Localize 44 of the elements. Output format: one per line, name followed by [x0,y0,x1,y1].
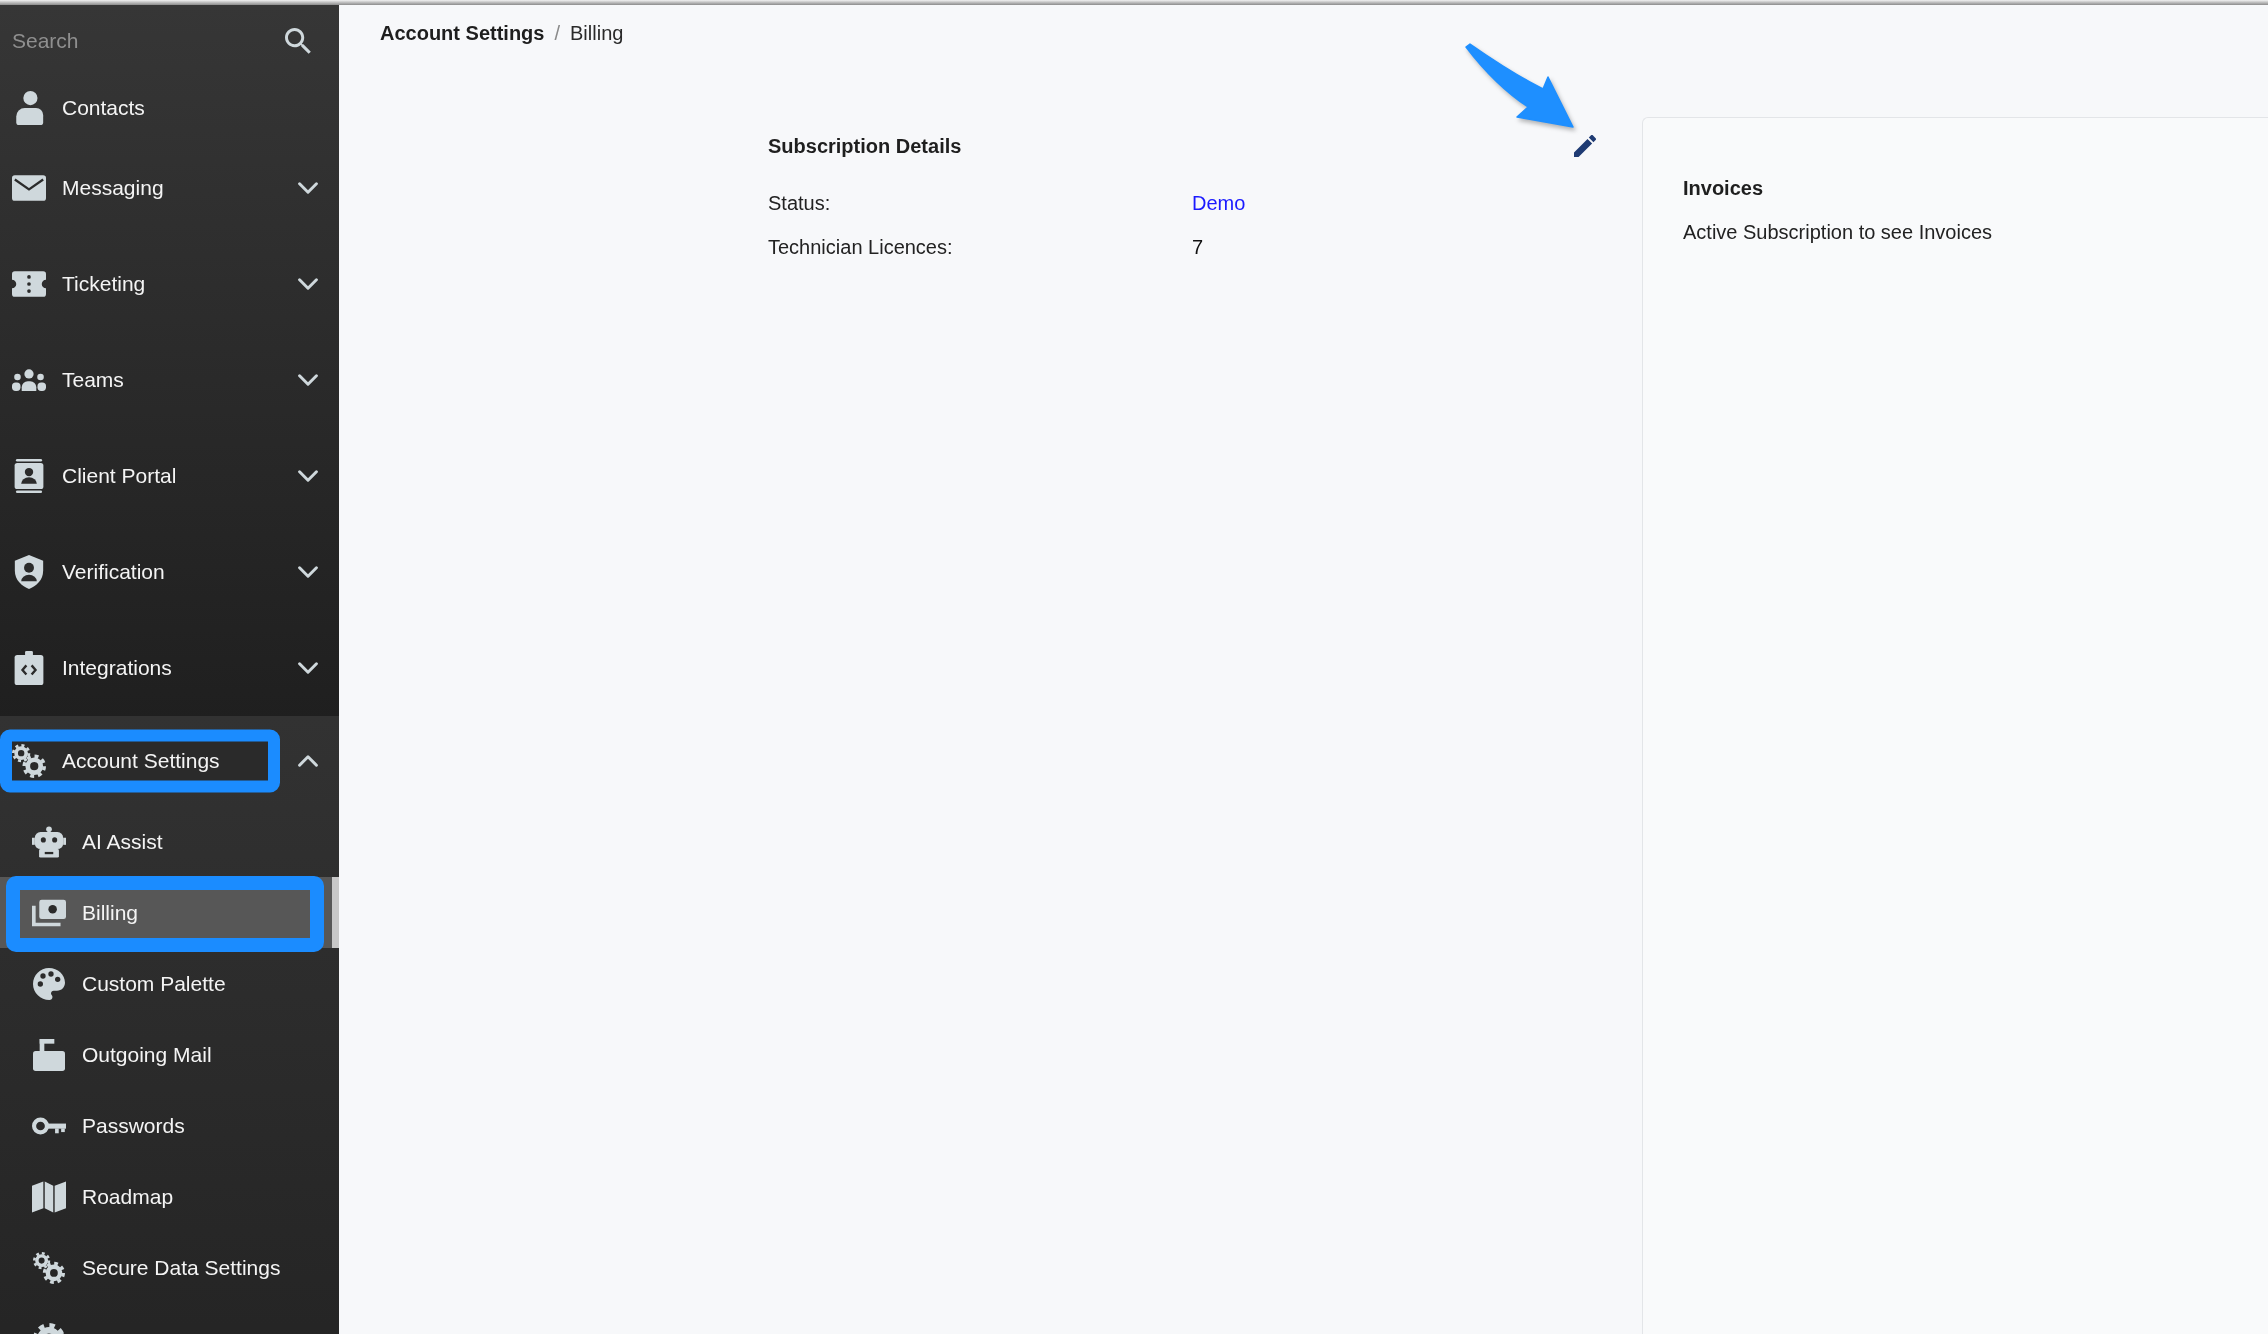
clipboard-code-icon [12,651,46,685]
map-icon [32,1180,66,1213]
mailbox-icon [32,1038,66,1071]
pencil-icon [1574,135,1596,157]
chevron-down-icon[interactable] [298,374,318,386]
sidebar-subitem[interactable]: Passwords [0,1090,339,1161]
shield-user-icon [12,555,46,589]
empty-message: Active Subscription to see Invoices [1683,220,1993,245]
id-card-icon [12,459,46,493]
field-label: Status: [768,191,832,216]
search-icon[interactable] [285,27,311,54]
gears-icon [32,1251,66,1284]
sidebar-group[interactable]: Account Settings [0,716,339,806]
breadcrumb-separator: / [554,21,560,46]
chevron-down-icon[interactable] [298,470,318,482]
sidebar-subitem[interactable]: AI Assist [0,806,339,877]
sidebar-group[interactable]: Ticketing [0,236,339,332]
breadcrumb-current: Billing [570,21,624,46]
field-label: Technician Licences: [768,235,954,260]
chevron-down-icon[interactable] [298,182,318,194]
palette-icon [32,967,66,1000]
chevron-up-icon[interactable] [298,755,318,767]
chevron-down-icon[interactable] [298,278,318,290]
chevron-down-icon[interactable] [298,662,318,674]
breadcrumb-link[interactable]: Account Settings [380,18,545,48]
search-field[interactable]: Search [12,24,277,57]
sidebar-group[interactable]: Integrations [0,620,339,716]
edit-button[interactable] [1573,134,1597,158]
sidebar-subitem[interactable]: Secure Data Settings [0,1232,339,1303]
sidebar-group[interactable]: Verification [0,524,339,620]
gears-icon [12,744,46,778]
sidebar-subitem[interactable]: Roadmap [0,1161,339,1232]
sidebar-group[interactable]: Teams [0,332,339,428]
sidebar-group[interactable]: Client Portal [0,428,339,524]
sidebar-item[interactable]: Contacts [0,76,339,140]
chevron-down-icon[interactable] [298,566,318,578]
value-link[interactable]: Demo [1192,188,1246,218]
section-title: Subscription Details [768,134,962,159]
robot-icon [32,825,66,858]
sidebar-subitem[interactable]: Custom Palette [0,948,339,1019]
sidebar-subitem[interactable]: Outgoing Mail [0,1019,339,1090]
sidebar-group[interactable]: Messaging [0,140,339,236]
field-value: 7 [1192,235,1204,260]
card-title: Invoices [1683,176,1764,201]
